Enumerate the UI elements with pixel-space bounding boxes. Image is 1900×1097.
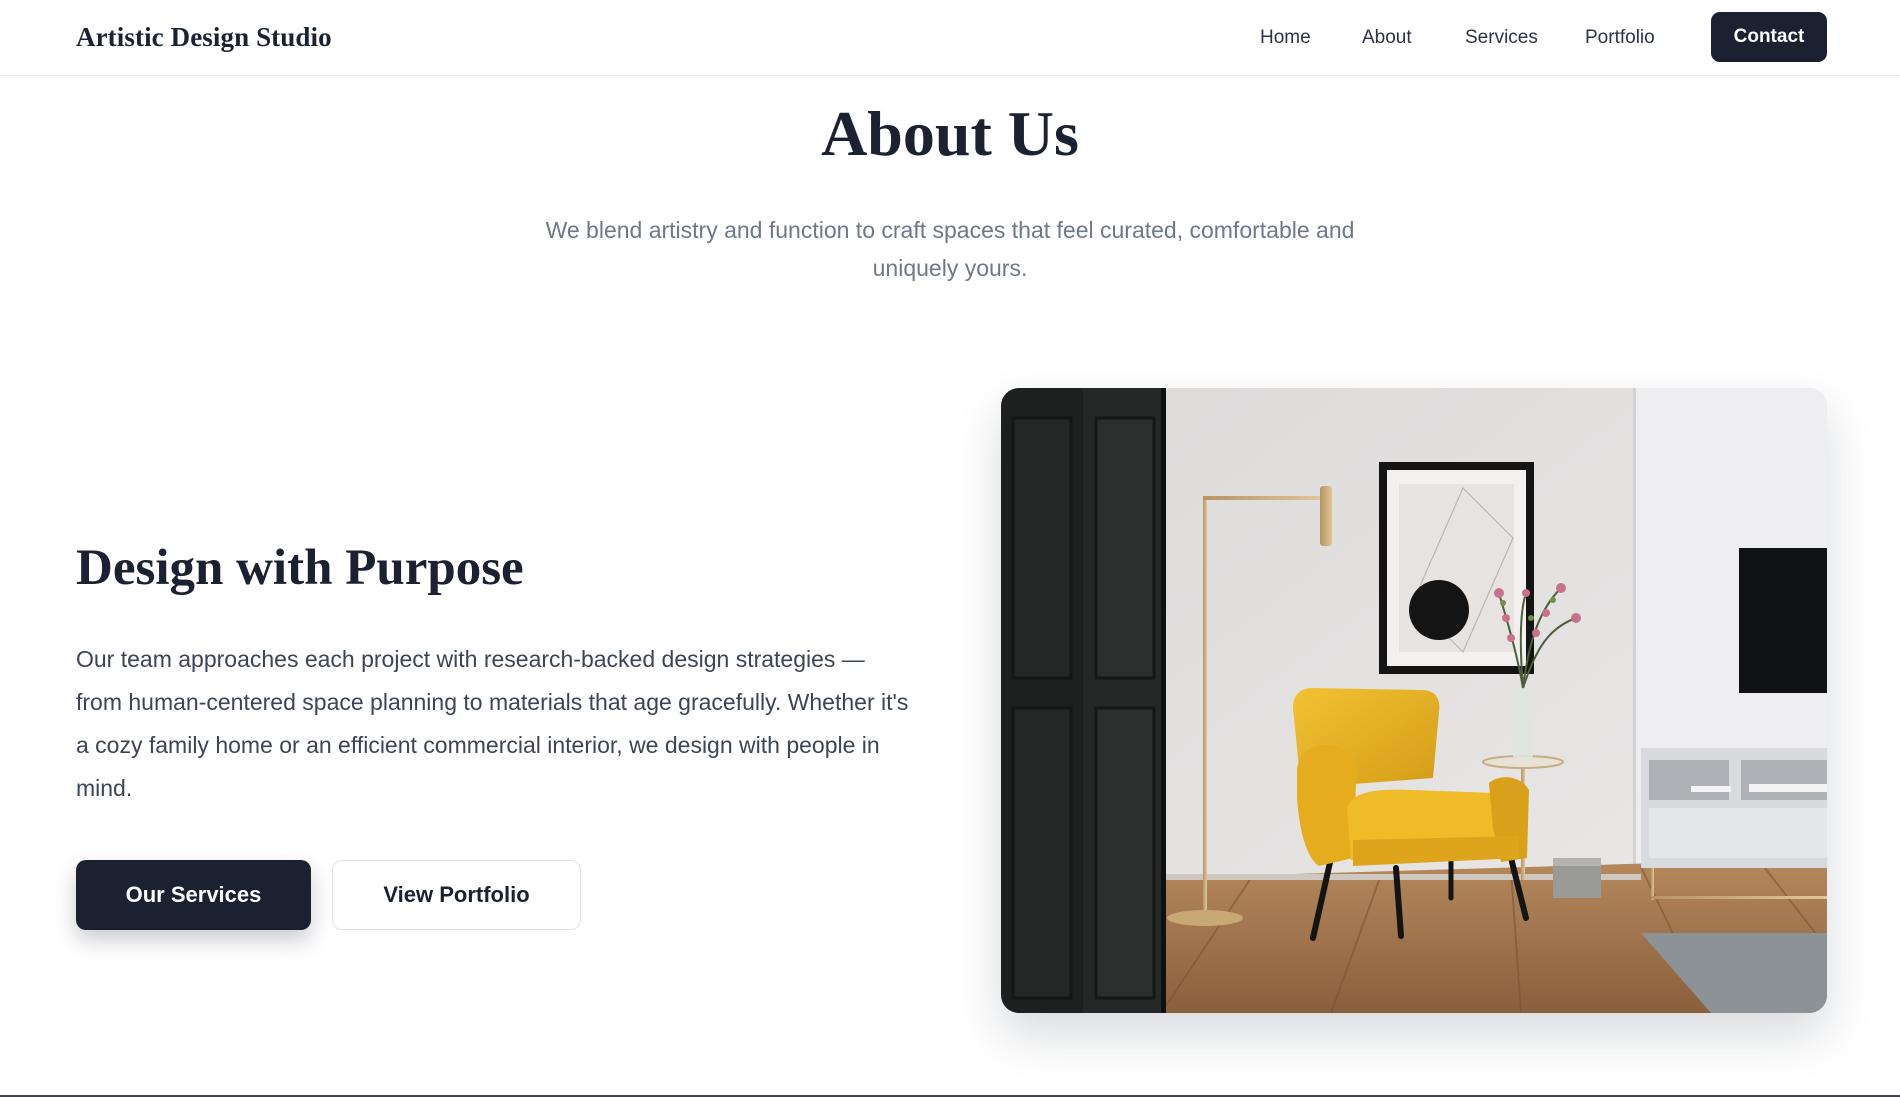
brand-logo[interactable]: Artistic Design Studio [76, 20, 332, 54]
interior-illustration [1001, 388, 1827, 1013]
section-heading: Design with Purpose [76, 540, 524, 596]
nav-link-portfolio[interactable]: Portfolio [1585, 25, 1655, 51]
our-services-button[interactable]: Our Services [76, 860, 311, 930]
site-header: Artistic Design Studio Home About Servic… [0, 0, 1900, 76]
nav-link-home[interactable]: Home [1260, 25, 1311, 51]
page-title: About Us [821, 98, 1079, 169]
interior-photo [1001, 388, 1827, 1013]
contact-button[interactable]: Contact [1711, 12, 1827, 62]
section-body-text: Our team approaches each project with re… [76, 646, 909, 801]
view-portfolio-button[interactable]: View Portfolio [332, 860, 581, 930]
nav-link-services[interactable]: Services [1465, 25, 1538, 51]
nav-link-about[interactable]: About [1362, 25, 1412, 51]
page-subtitle: We blend artistry and function to craft … [545, 217, 1355, 281]
